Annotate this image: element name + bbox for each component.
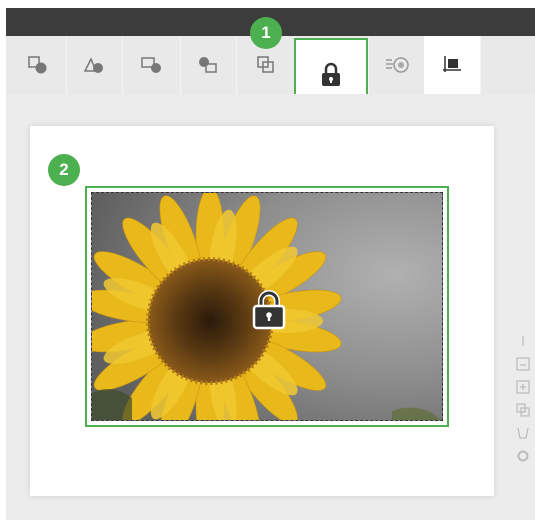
group-icon xyxy=(199,57,217,73)
slide-canvas xyxy=(30,126,494,496)
crop-button[interactable] xyxy=(424,36,481,94)
lock-icon xyxy=(322,62,340,86)
send-backward-button[interactable] xyxy=(124,36,181,94)
shapes-button[interactable] xyxy=(66,36,123,94)
selected-image-frame[interactable] xyxy=(85,186,449,427)
crop-icon xyxy=(443,56,461,72)
image-lock-icon xyxy=(250,289,288,331)
copy-icon[interactable] xyxy=(516,403,530,417)
animation-icon xyxy=(386,57,409,73)
paint-bucket-icon[interactable] xyxy=(516,426,530,440)
align-up-icon[interactable] xyxy=(516,380,530,394)
step-2-callout: 2 xyxy=(48,154,80,186)
send-backward-icon xyxy=(141,57,161,73)
animation-button[interactable] xyxy=(370,36,427,94)
step-1-callout: 1 xyxy=(250,17,282,49)
bring-forward-icon xyxy=(28,56,47,74)
align-down-icon[interactable] xyxy=(516,357,530,371)
layers-icon[interactable] xyxy=(516,334,530,348)
sunflower-image[interactable] xyxy=(91,192,443,421)
shapes-icon xyxy=(83,57,103,73)
group-button[interactable] xyxy=(180,36,237,94)
duplicate-icon xyxy=(257,56,274,73)
side-toolbar xyxy=(513,334,533,472)
bring-forward-button[interactable] xyxy=(10,36,67,94)
editor-workspace xyxy=(6,94,535,520)
settings-icon[interactable] xyxy=(516,449,530,463)
